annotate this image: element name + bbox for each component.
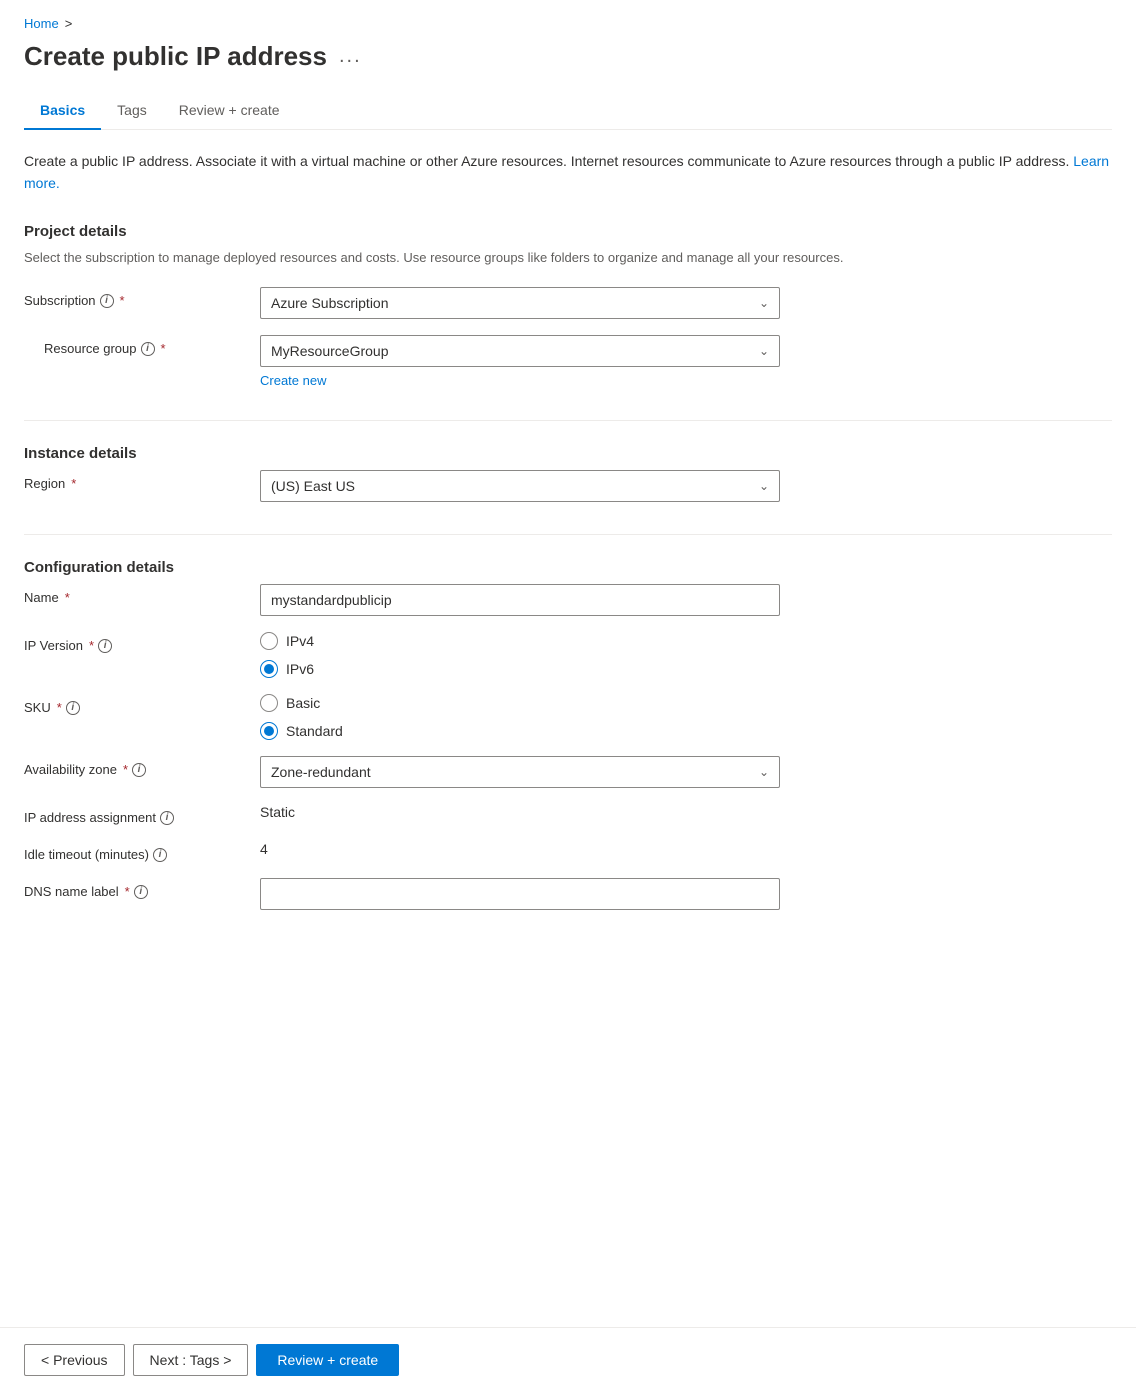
- breadcrumb: Home >: [24, 16, 1112, 31]
- config-details-heading: Configuration details: [24, 559, 1112, 576]
- subscription-required: *: [120, 293, 125, 308]
- dns-name-control: [260, 878, 780, 910]
- resource-group-label: Resource group i *: [24, 335, 244, 356]
- config-details-section: Configuration details Name * IP Version …: [24, 559, 1112, 910]
- resource-group-required: *: [161, 341, 166, 356]
- subscription-label: Subscription i *: [24, 287, 244, 308]
- sku-label: SKU * i: [24, 694, 244, 715]
- standard-option[interactable]: Standard: [260, 722, 780, 740]
- resource-group-dropdown[interactable]: MyResourceGroup ⌄: [260, 335, 780, 367]
- idle-timeout-label: Idle timeout (minutes) i: [24, 841, 244, 862]
- resource-group-row: Resource group i * MyResourceGroup ⌄ Cre…: [24, 335, 1112, 388]
- availability-zone-control: Zone-redundant ⌄: [260, 756, 780, 788]
- ip-version-row: IP Version * i IPv4 IPv6: [24, 632, 1112, 678]
- instance-details-section: Instance details Region * (US) East US ⌄: [24, 445, 1112, 502]
- standard-label: Standard: [286, 723, 343, 739]
- availability-zone-row: Availability zone * i Zone-redundant ⌄: [24, 756, 1112, 788]
- footer: < Previous Next : Tags > Review + create: [0, 1327, 1136, 1392]
- sku-required: *: [57, 700, 62, 715]
- resource-group-control: MyResourceGroup ⌄ Create new: [260, 335, 780, 388]
- standard-radio[interactable]: [260, 722, 278, 740]
- ipv4-label: IPv4: [286, 633, 314, 649]
- name-label: Name *: [24, 584, 244, 605]
- ip-assignment-row: IP address assignment i Static: [24, 804, 1112, 825]
- tab-basics[interactable]: Basics: [24, 92, 101, 130]
- previous-button[interactable]: < Previous: [24, 1344, 125, 1376]
- availability-zone-dropdown[interactable]: Zone-redundant ⌄: [260, 756, 780, 788]
- tabs-container: Basics Tags Review + create: [24, 92, 1112, 130]
- availability-zone-label: Availability zone * i: [24, 756, 244, 777]
- idle-timeout-row: Idle timeout (minutes) i 4: [24, 841, 1112, 862]
- basic-option[interactable]: Basic: [260, 694, 780, 712]
- ip-version-required: *: [89, 638, 94, 653]
- region-label: Region *: [24, 470, 244, 491]
- name-required: *: [65, 590, 70, 605]
- ipv4-radio[interactable]: [260, 632, 278, 650]
- ipv6-radio[interactable]: [260, 660, 278, 678]
- name-row: Name *: [24, 584, 1112, 616]
- next-button[interactable]: Next : Tags >: [133, 1344, 249, 1376]
- tab-review-create[interactable]: Review + create: [163, 92, 296, 130]
- sku-info-icon[interactable]: i: [66, 701, 80, 715]
- dns-name-input[interactable]: [260, 878, 780, 910]
- subscription-row: Subscription i * Azure Subscription ⌄: [24, 287, 1112, 319]
- dns-name-row: DNS name label * i: [24, 878, 1112, 910]
- ip-assignment-label: IP address assignment i: [24, 804, 244, 825]
- ip-version-label: IP Version * i: [24, 632, 244, 653]
- region-dropdown[interactable]: (US) East US ⌄: [260, 470, 780, 502]
- project-details-heading: Project details: [24, 223, 1112, 240]
- breadcrumb-home[interactable]: Home: [24, 16, 59, 31]
- sku-row: SKU * i Basic Standard: [24, 694, 1112, 740]
- az-chevron-icon: ⌄: [759, 765, 769, 779]
- dns-name-info-icon[interactable]: i: [134, 885, 148, 899]
- ip-assignment-info-icon[interactable]: i: [160, 811, 174, 825]
- basic-label: Basic: [286, 695, 320, 711]
- resource-group-info-icon[interactable]: i: [141, 342, 155, 356]
- ip-assignment-value: Static: [260, 798, 295, 820]
- basic-radio[interactable]: [260, 694, 278, 712]
- idle-timeout-control: 4: [260, 841, 780, 857]
- sku-control: Basic Standard: [260, 694, 780, 740]
- name-input[interactable]: [260, 584, 780, 616]
- divider-2: [24, 534, 1112, 535]
- ipv6-option[interactable]: IPv6: [260, 660, 780, 678]
- description-text: Create a public IP address. Associate it…: [24, 150, 1112, 195]
- name-control: [260, 584, 780, 616]
- more-options-icon[interactable]: ...: [339, 45, 362, 68]
- resource-group-chevron-icon: ⌄: [759, 344, 769, 358]
- ipv4-option[interactable]: IPv4: [260, 632, 780, 650]
- region-row: Region * (US) East US ⌄: [24, 470, 1112, 502]
- idle-timeout-value: 4: [260, 835, 268, 857]
- subscription-control: Azure Subscription ⌄: [260, 287, 780, 319]
- region-chevron-icon: ⌄: [759, 479, 769, 493]
- review-create-button[interactable]: Review + create: [256, 1344, 399, 1376]
- az-info-icon[interactable]: i: [132, 763, 146, 777]
- ip-version-radio-group: IPv4 IPv6: [260, 632, 780, 678]
- create-new-link[interactable]: Create new: [260, 373, 326, 388]
- dns-name-label: DNS name label * i: [24, 878, 244, 899]
- breadcrumb-separator: >: [65, 16, 73, 31]
- ip-assignment-control: Static: [260, 804, 780, 820]
- divider-1: [24, 420, 1112, 421]
- idle-timeout-info-icon[interactable]: i: [153, 848, 167, 862]
- project-details-desc: Select the subscription to manage deploy…: [24, 248, 1112, 268]
- subscription-dropdown[interactable]: Azure Subscription ⌄: [260, 287, 780, 319]
- sku-radio-group: Basic Standard: [260, 694, 780, 740]
- page-title: Create public IP address: [24, 41, 327, 72]
- region-required: *: [71, 476, 76, 491]
- tab-tags[interactable]: Tags: [101, 92, 163, 130]
- ipv6-label: IPv6: [286, 661, 314, 677]
- region-control: (US) East US ⌄: [260, 470, 780, 502]
- az-required: *: [123, 762, 128, 777]
- ip-version-control: IPv4 IPv6: [260, 632, 780, 678]
- dns-required: *: [125, 884, 130, 899]
- subscription-info-icon[interactable]: i: [100, 294, 114, 308]
- instance-details-heading: Instance details: [24, 445, 1112, 462]
- ip-version-info-icon[interactable]: i: [98, 639, 112, 653]
- subscription-chevron-icon: ⌄: [759, 296, 769, 310]
- project-details-section: Project details Select the subscription …: [24, 223, 1112, 389]
